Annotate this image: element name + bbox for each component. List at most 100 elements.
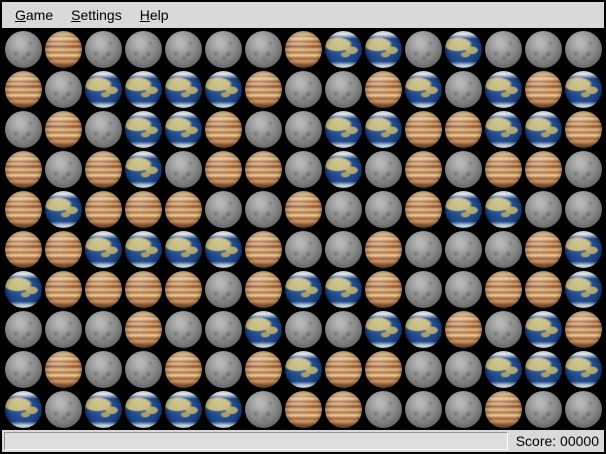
ball-moon[interactable] [445, 71, 482, 108]
ball-jupiter[interactable] [445, 111, 482, 148]
ball-jupiter[interactable] [45, 111, 82, 148]
ball-earth[interactable] [485, 191, 522, 228]
ball-moon[interactable] [485, 231, 522, 268]
ball-earth[interactable] [5, 271, 42, 308]
ball-jupiter[interactable] [405, 111, 442, 148]
ball-earth[interactable] [445, 191, 482, 228]
ball-moon[interactable] [205, 351, 242, 388]
ball-earth[interactable] [45, 191, 82, 228]
menu-item-game[interactable]: Game [6, 4, 62, 26]
ball-moon[interactable] [445, 231, 482, 268]
ball-jupiter[interactable] [45, 231, 82, 268]
ball-jupiter[interactable] [325, 351, 362, 388]
ball-earth[interactable] [245, 311, 282, 348]
ball-moon[interactable] [5, 351, 42, 388]
ball-moon[interactable] [325, 191, 362, 228]
ball-moon[interactable] [325, 311, 362, 348]
ball-earth[interactable] [325, 151, 362, 188]
ball-moon[interactable] [525, 191, 562, 228]
ball-moon[interactable] [285, 71, 322, 108]
ball-moon[interactable] [165, 151, 202, 188]
ball-jupiter[interactable] [245, 151, 282, 188]
ball-jupiter[interactable] [285, 191, 322, 228]
ball-jupiter[interactable] [525, 231, 562, 268]
ball-earth[interactable] [205, 391, 242, 428]
ball-moon[interactable] [245, 111, 282, 148]
ball-moon[interactable] [5, 31, 42, 68]
ball-jupiter[interactable] [245, 71, 282, 108]
ball-moon[interactable] [85, 351, 122, 388]
ball-earth[interactable] [325, 271, 362, 308]
ball-moon[interactable] [245, 191, 282, 228]
ball-moon[interactable] [45, 391, 82, 428]
ball-jupiter[interactable] [485, 271, 522, 308]
ball-moon[interactable] [445, 391, 482, 428]
ball-moon[interactable] [525, 31, 562, 68]
ball-jupiter[interactable] [565, 111, 602, 148]
ball-jupiter[interactable] [45, 271, 82, 308]
ball-moon[interactable] [565, 31, 602, 68]
ball-moon[interactable] [405, 31, 442, 68]
ball-jupiter[interactable] [5, 151, 42, 188]
ball-moon[interactable] [365, 151, 402, 188]
ball-moon[interactable] [45, 311, 82, 348]
ball-moon[interactable] [205, 311, 242, 348]
ball-moon[interactable] [285, 311, 322, 348]
ball-jupiter[interactable] [85, 271, 122, 308]
ball-moon[interactable] [485, 31, 522, 68]
ball-moon[interactable] [125, 351, 162, 388]
ball-moon[interactable] [125, 31, 162, 68]
ball-moon[interactable] [85, 111, 122, 148]
ball-earth[interactable] [205, 71, 242, 108]
ball-moon[interactable] [445, 351, 482, 388]
ball-earth[interactable] [405, 71, 442, 108]
ball-moon[interactable] [45, 151, 82, 188]
ball-moon[interactable] [565, 391, 602, 428]
ball-earth[interactable] [125, 231, 162, 268]
ball-earth[interactable] [205, 231, 242, 268]
ball-moon[interactable] [45, 71, 82, 108]
ball-earth[interactable] [525, 351, 562, 388]
ball-jupiter[interactable] [285, 391, 322, 428]
ball-jupiter[interactable] [325, 391, 362, 428]
ball-jupiter[interactable] [365, 351, 402, 388]
ball-jupiter[interactable] [45, 31, 82, 68]
ball-earth[interactable] [165, 71, 202, 108]
ball-earth[interactable] [325, 111, 362, 148]
ball-earth[interactable] [325, 31, 362, 68]
ball-jupiter[interactable] [285, 31, 322, 68]
ball-moon[interactable] [165, 311, 202, 348]
ball-jupiter[interactable] [5, 231, 42, 268]
ball-earth[interactable] [485, 351, 522, 388]
ball-jupiter[interactable] [485, 391, 522, 428]
ball-jupiter[interactable] [125, 191, 162, 228]
ball-moon[interactable] [245, 31, 282, 68]
ball-moon[interactable] [245, 391, 282, 428]
ball-earth[interactable] [285, 271, 322, 308]
ball-jupiter[interactable] [5, 71, 42, 108]
ball-jupiter[interactable] [165, 271, 202, 308]
ball-jupiter[interactable] [365, 71, 402, 108]
ball-jupiter[interactable] [445, 311, 482, 348]
ball-earth[interactable] [405, 311, 442, 348]
ball-earth[interactable] [85, 231, 122, 268]
ball-earth[interactable] [485, 71, 522, 108]
ball-earth[interactable] [485, 111, 522, 148]
ball-moon[interactable] [485, 311, 522, 348]
ball-earth[interactable] [165, 231, 202, 268]
ball-jupiter[interactable] [205, 151, 242, 188]
ball-jupiter[interactable] [245, 351, 282, 388]
menu-item-settings[interactable]: Settings [62, 4, 131, 26]
ball-jupiter[interactable] [165, 351, 202, 388]
ball-moon[interactable] [405, 391, 442, 428]
ball-earth[interactable] [365, 311, 402, 348]
ball-moon[interactable] [565, 151, 602, 188]
ball-moon[interactable] [405, 351, 442, 388]
ball-moon[interactable] [205, 271, 242, 308]
ball-jupiter[interactable] [125, 311, 162, 348]
ball-jupiter[interactable] [85, 151, 122, 188]
ball-earth[interactable] [525, 111, 562, 148]
ball-moon[interactable] [205, 31, 242, 68]
ball-earth[interactable] [365, 111, 402, 148]
ball-moon[interactable] [565, 191, 602, 228]
